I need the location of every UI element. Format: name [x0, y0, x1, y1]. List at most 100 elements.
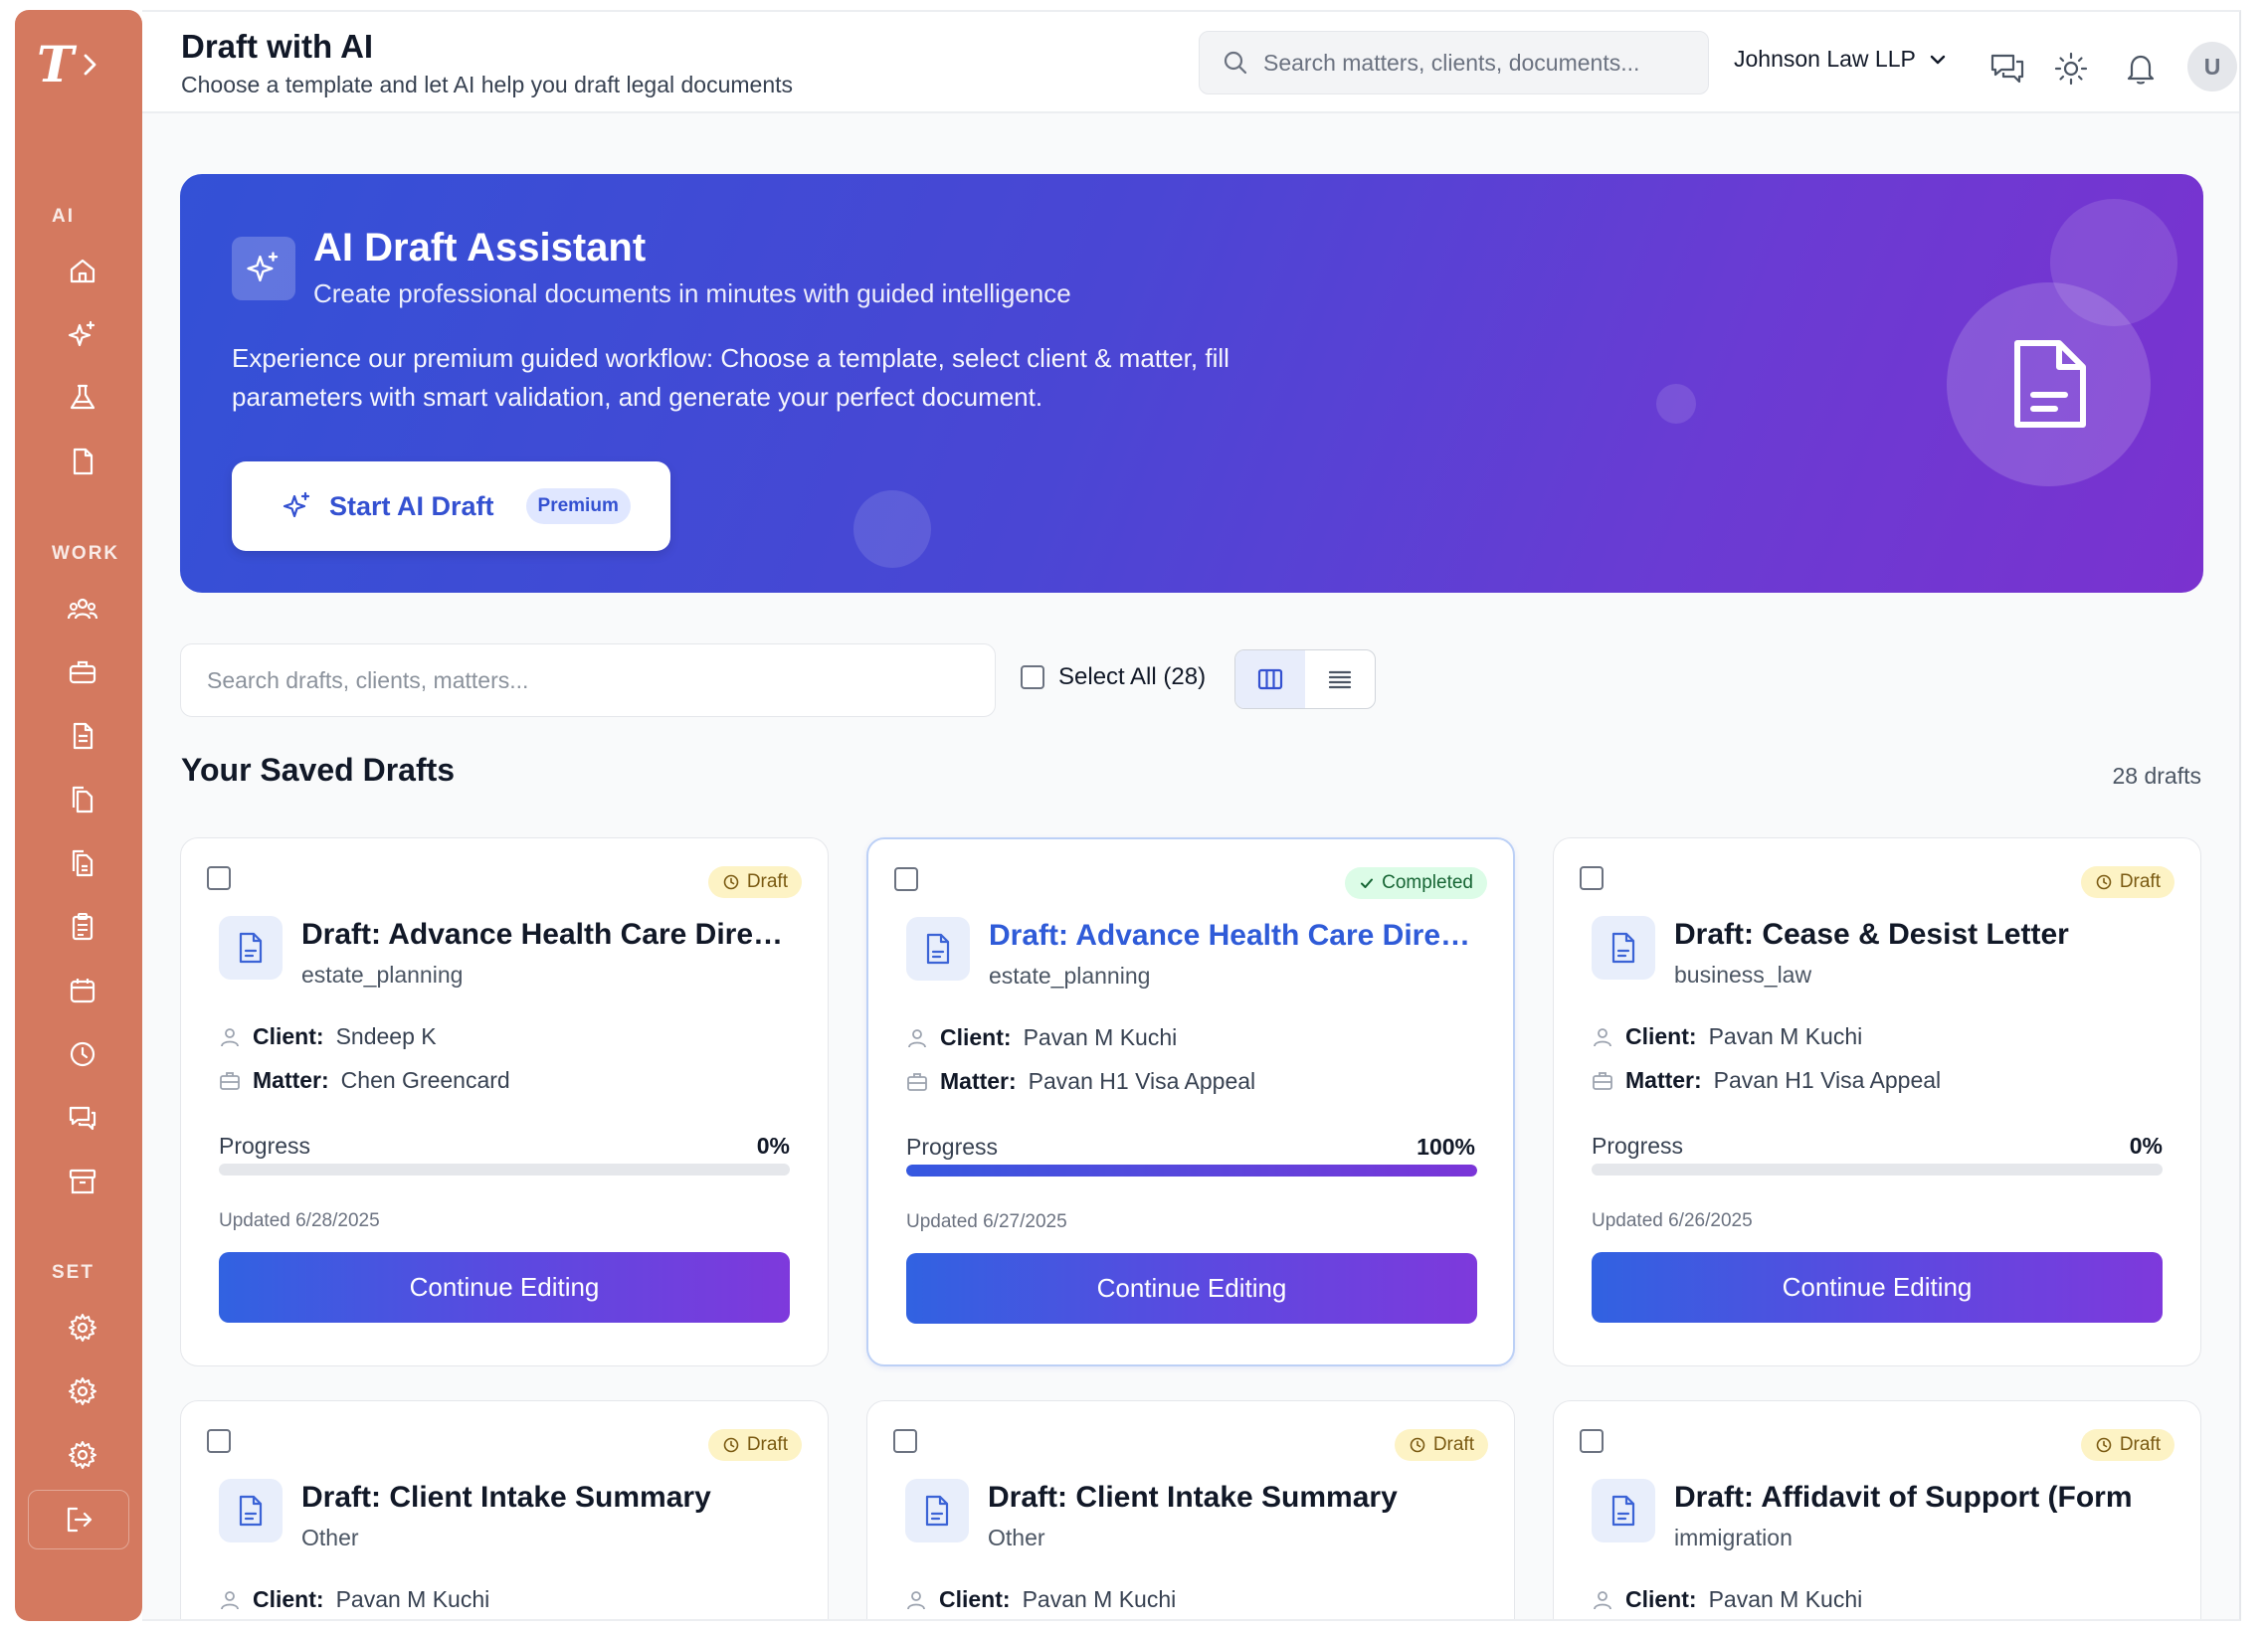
document-icon	[219, 916, 283, 980]
document-icon	[905, 1479, 969, 1542]
continue-editing-button[interactable]: Continue Editing	[1592, 1252, 2163, 1323]
chevron-right-icon[interactable]	[80, 50, 101, 80]
flask-icon[interactable]	[67, 382, 98, 414]
checkbox[interactable]	[1021, 665, 1044, 689]
progress-fill	[906, 1165, 1477, 1177]
logout-button[interactable]	[28, 1490, 129, 1549]
app-logo[interactable]: T	[37, 40, 101, 90]
client-label: Client:	[940, 1024, 1012, 1050]
updated-date: Updated 6/28/2025	[219, 1210, 380, 1231]
sidebar: T AI WORK SET	[15, 10, 142, 1621]
matter-name: Pavan H1 Visa Appeal	[1713, 1067, 1942, 1093]
search-icon	[1224, 51, 1247, 75]
gear-icon[interactable]	[67, 1439, 98, 1471]
draft-select-checkbox[interactable]	[894, 867, 918, 891]
clock-icon	[722, 1436, 740, 1454]
list-icon	[1328, 670, 1352, 689]
status-text: Draft	[2119, 871, 2161, 892]
documents-icon[interactable]	[67, 847, 98, 879]
client-label: Client:	[1625, 1023, 1697, 1049]
draft-select-checkbox[interactable]	[207, 1429, 231, 1453]
draft-category: Other	[988, 1525, 1045, 1550]
sparkles-icon[interactable]	[67, 319, 98, 351]
status-badge: Completed	[1345, 867, 1487, 899]
messages-icon[interactable]	[1989, 51, 2025, 87]
grid-view-button[interactable]	[1235, 650, 1305, 708]
draft-client-row: Client: Pavan M Kuchi	[1592, 1023, 1862, 1050]
client-name: Pavan M Kuchi	[335, 1586, 490, 1612]
draft-title[interactable]: Draft: Client Intake Summary	[988, 1481, 1485, 1515]
drafts-search-input[interactable]	[180, 643, 996, 717]
client-name: Sndeep K	[335, 1023, 437, 1049]
draft-card[interactable]: Draft Draft: Client Intake Summary Other Cl…	[866, 1400, 1515, 1619]
draft-title[interactable]: Draft: Affidavit of Support (Form	[1674, 1481, 2172, 1515]
draft-category: estate_planning	[301, 962, 464, 988]
gear-icon[interactable]	[67, 1375, 98, 1407]
calendar-icon[interactable]	[67, 975, 98, 1006]
saved-drafts-heading: Your Saved Drafts	[181, 752, 456, 788]
user-icon	[219, 1589, 241, 1611]
bell-icon[interactable]	[2123, 51, 2159, 87]
briefcase-icon[interactable]	[67, 656, 98, 688]
matter-label: Matter:	[253, 1067, 329, 1093]
draft-select-checkbox[interactable]	[1580, 866, 1604, 890]
draft-select-checkbox[interactable]	[1580, 1429, 1604, 1453]
gear-icon[interactable]	[67, 1312, 98, 1344]
clock-icon[interactable]	[67, 1038, 98, 1070]
briefcase-icon	[219, 1070, 241, 1092]
archive-icon[interactable]	[67, 1166, 98, 1197]
continue-editing-button[interactable]: Continue Editing	[906, 1253, 1477, 1324]
list-view-button[interactable]	[1305, 650, 1375, 708]
client-label: Client:	[1625, 1586, 1697, 1612]
progress-label: Progress	[219, 1133, 311, 1159]
premium-badge: Premium	[525, 488, 631, 524]
status-badge: Draft	[1394, 1429, 1488, 1461]
progress-label: Progress	[1592, 1133, 1684, 1159]
draft-select-checkbox[interactable]	[893, 1429, 917, 1453]
draft-client-row: Client: Pavan M Kuchi	[905, 1586, 1176, 1613]
matter-name: Pavan H1 Visa Appeal	[1028, 1068, 1256, 1094]
user-avatar[interactable]: U	[2187, 42, 2237, 91]
chevron-down-icon	[1930, 55, 1946, 64]
global-search-input[interactable]	[1263, 49, 1681, 77]
sun-icon[interactable]	[2053, 51, 2089, 87]
users-icon[interactable]	[67, 593, 98, 625]
start-ai-draft-button[interactable]: Start AI Draft Premium	[232, 461, 670, 551]
messages-icon[interactable]	[67, 1102, 98, 1134]
draft-select-checkbox[interactable]	[207, 866, 231, 890]
draft-card[interactable]: Draft Draft: Advance Health Care Directiv…	[180, 837, 829, 1366]
logout-icon	[67, 1507, 93, 1533]
files-icon[interactable]	[67, 784, 98, 816]
draft-card[interactable]: Draft Draft: Client Intake Summary Other Cl…	[180, 1400, 829, 1619]
progress-value: 0%	[756, 1133, 790, 1159]
draft-card[interactable]: Draft Draft: Cease & Desist Letter busines…	[1553, 837, 2201, 1366]
ai-draft-hero: AI Draft Assistant Create professional d…	[180, 174, 2203, 593]
draft-card[interactable]: Draft Draft: Affidavit of Support (Form im…	[1553, 1400, 2201, 1619]
client-name: Pavan M Kuchi	[1023, 1024, 1178, 1050]
section-label-ai: AI	[52, 206, 75, 227]
progress-value: 0%	[2129, 1133, 2163, 1159]
user-icon	[1592, 1026, 1613, 1048]
document-icon	[219, 1479, 283, 1542]
select-all-label: Select All (28)	[1058, 663, 1207, 690]
drafts-count: 28 drafts	[2112, 763, 2202, 789]
sparkles-icon	[247, 252, 279, 282]
select-all-checkbox[interactable]: Select All (28)	[1021, 663, 1206, 691]
status-text: Completed	[1382, 872, 1473, 893]
global-search[interactable]	[1199, 31, 1709, 94]
home-icon[interactable]	[67, 256, 98, 287]
draft-title[interactable]: Draft: Client Intake Summary	[301, 1481, 799, 1515]
file-text-icon[interactable]	[67, 720, 98, 752]
firm-switcher[interactable]: Johnson Law LLP	[1734, 46, 1948, 73]
continue-editing-button[interactable]: Continue Editing	[219, 1252, 790, 1323]
draft-title[interactable]: Draft: Cease & Desist Letter	[1674, 918, 2172, 952]
draft-card[interactable]: Completed Draft: Advance Health Care Dire…	[866, 837, 1515, 1366]
hero-subtitle: Create professional documents in minutes…	[313, 278, 1071, 308]
clipboard-icon[interactable]	[67, 911, 98, 943]
draft-client-row: Client: Pavan M Kuchi	[906, 1024, 1177, 1051]
draft-title[interactable]: Draft: Advance Health Care Directive	[989, 919, 1486, 953]
page-title: Draft with AI	[181, 28, 374, 65]
document-icon[interactable]	[67, 446, 98, 477]
draft-title[interactable]: Draft: Advance Health Care Directive	[301, 918, 799, 952]
view-toggle	[1234, 649, 1376, 709]
